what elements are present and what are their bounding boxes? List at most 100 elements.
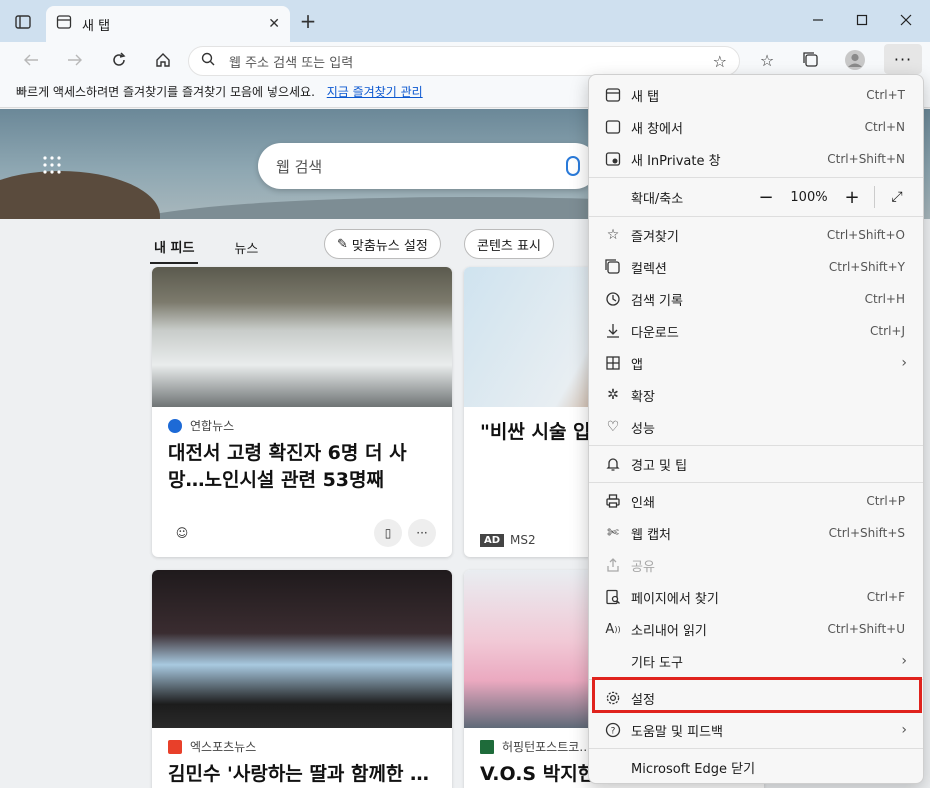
forward-icon[interactable] xyxy=(62,48,88,72)
menu-item-shortcut: Ctrl+J xyxy=(870,324,905,338)
news-source-name: 허핑턴포스트코… xyxy=(502,740,592,754)
menu-item-shortcut: Ctrl+H xyxy=(864,292,905,306)
web-capture-icon: ✄ xyxy=(607,525,619,541)
menu-item-help-feedback[interactable]: ? 도움말 및 피드백 › xyxy=(589,714,923,746)
menu-item-label: 새 창에서 xyxy=(631,121,683,137)
personalize-button[interactable]: ✎ 맞춤뉴스 설정 xyxy=(324,229,441,259)
tab-actions-icon[interactable] xyxy=(10,10,36,34)
zoom-level: 100% xyxy=(790,189,828,205)
add-favorite-icon[interactable]: ☆ xyxy=(713,52,727,71)
menu-item-shortcut: Ctrl+Shift+O xyxy=(826,228,905,242)
find-icon xyxy=(603,587,623,607)
tab-title: 새 탭 xyxy=(82,18,111,34)
menu-item-alerts[interactable]: 경고 및 팁 xyxy=(589,448,923,480)
settings-highlight-box xyxy=(592,677,922,713)
menu-item-extensions[interactable]: ✲ 확장 xyxy=(589,379,923,411)
menu-item-label: 컬렉션 xyxy=(631,261,667,277)
news-card[interactable]: 연합뉴스 대전서 고령 확진자 6명 더 사망…노인시설 관련 53명째 ☺ ▯… xyxy=(152,267,452,557)
news-headline[interactable]: 김민수 '사랑하는 딸과 함께한 … xyxy=(152,757,452,788)
content-visibility-label: 콘텐츠 표시 xyxy=(477,238,541,254)
menu-item-label: 공유 xyxy=(631,559,655,575)
new-tab-icon xyxy=(603,85,623,105)
help-icon: ? xyxy=(603,720,623,740)
fullscreen-icon[interactable]: ⤢ xyxy=(883,189,911,205)
menu-divider xyxy=(589,482,923,483)
svg-text:?: ? xyxy=(611,727,616,737)
menu-item-collections[interactable]: 컬렉션 Ctrl+Shift+Y xyxy=(589,251,923,283)
menu-item-apps[interactable]: 앱 › xyxy=(589,347,923,379)
close-tab-icon[interactable]: ✕ xyxy=(268,16,280,32)
yonhap-logo-icon xyxy=(168,418,182,433)
menu-item-read-aloud[interactable]: A)) 소리내어 읽기 Ctrl+Shift+U xyxy=(589,613,923,645)
chevron-right-icon: › xyxy=(901,722,907,738)
share-icon xyxy=(603,555,623,575)
menu-item-shortcut: Ctrl+Shift+Y xyxy=(828,260,905,274)
zoom-in-button[interactable]: + xyxy=(838,187,866,208)
content-visibility-button[interactable]: 콘텐츠 표시 xyxy=(464,229,554,259)
menu-item-print[interactable]: 인쇄 Ctrl+P xyxy=(589,485,923,517)
ad-badge: AD xyxy=(480,533,505,547)
menu-divider xyxy=(589,216,923,217)
home-icon[interactable] xyxy=(150,48,176,72)
more-options-icon[interactable]: ··· xyxy=(408,519,436,547)
menu-item-find-on-page[interactable]: 페이지에서 찾기 Ctrl+F xyxy=(589,581,923,613)
menu-item-shortcut: Ctrl+T xyxy=(866,88,905,102)
minimize-icon[interactable] xyxy=(804,8,832,32)
menu-item-label: 새 InPrivate 창 xyxy=(631,153,721,169)
maximize-icon[interactable] xyxy=(848,8,876,32)
news-card-image xyxy=(152,267,452,407)
menu-item-label: 기타 도구 xyxy=(631,655,683,671)
search-icon xyxy=(201,52,215,70)
back-icon[interactable] xyxy=(18,48,44,72)
xports-logo-icon xyxy=(168,739,182,754)
manage-favorites-link[interactable]: 지금 즐겨찾기 관리 xyxy=(327,85,423,99)
bookmark-icon[interactable]: ▯ xyxy=(374,519,402,547)
chevron-right-icon: › xyxy=(901,653,907,669)
news-headline[interactable]: 대전서 고령 확진자 6명 더 사망…노인시설 관련 53명째 xyxy=(152,436,452,497)
microphone-icon[interactable] xyxy=(566,156,580,176)
news-source-name: 연합뉴스 xyxy=(190,419,235,433)
favorites-bar-icon[interactable]: ☆ xyxy=(754,48,780,72)
menu-item-new-window[interactable]: 새 창에서 Ctrl+N xyxy=(589,111,923,143)
news-source: 엑스포츠뉴스 xyxy=(152,728,452,757)
reaction-icon[interactable]: ☺ xyxy=(168,519,196,547)
menu-item-favorites[interactable]: ☆ 즐겨찾기 Ctrl+Shift+O xyxy=(589,219,923,251)
new-tab-button[interactable]: + xyxy=(296,10,320,34)
menu-divider xyxy=(589,177,923,178)
app-launcher-icon[interactable] xyxy=(42,155,64,177)
menu-item-new-inprivate[interactable]: 새 InPrivate 창 Ctrl+Shift+N xyxy=(589,143,923,175)
menu-item-downloads[interactable]: 다운로드 Ctrl+J xyxy=(589,315,923,347)
history-icon xyxy=(603,289,623,309)
navigation-bar: 웹 주소 검색 또는 입력 ☆ ☆ xyxy=(0,42,930,78)
bell-icon xyxy=(603,454,623,474)
menu-item-shortcut: Ctrl+F xyxy=(866,590,905,604)
tab-my-feed[interactable]: 내 피드 xyxy=(150,231,199,264)
favorites-bar-message: 빠르게 액세스하려면 즐겨찾기를 즐겨찾기 모음에 넣으세요. xyxy=(16,85,315,99)
tab-news[interactable]: 뉴스 xyxy=(230,232,262,263)
menu-item-close-edge[interactable]: Microsoft Edge 닫기 xyxy=(589,751,923,783)
refresh-icon[interactable] xyxy=(106,48,132,72)
address-bar[interactable]: 웹 주소 검색 또는 입력 ☆ xyxy=(188,46,740,76)
menu-item-label: 웹 캡처 xyxy=(631,527,672,543)
favorites-icon: ☆ xyxy=(606,227,620,243)
browser-tab[interactable]: 새 탭 ✕ xyxy=(46,6,290,42)
menu-item-new-tab[interactable]: 새 탭 Ctrl+T xyxy=(589,79,923,111)
extensions-icon: ✲ xyxy=(607,387,619,403)
menu-item-web-capture[interactable]: ✄ 웹 캡처 Ctrl+Shift+S xyxy=(589,517,923,549)
close-window-icon[interactable] xyxy=(892,8,920,32)
menu-item-history[interactable]: 검색 기록 Ctrl+H xyxy=(589,283,923,315)
pencil-icon: ✎ xyxy=(337,236,348,252)
news-card[interactable]: 엑스포츠뉴스 김민수 '사랑하는 딸과 함께한 … xyxy=(152,570,452,788)
menu-item-performance[interactable]: ♡ 성능 xyxy=(589,411,923,443)
menu-item-label: 경고 및 팁 xyxy=(631,458,688,474)
menu-item-label: 검색 기록 xyxy=(631,293,683,309)
menu-item-label: 성능 xyxy=(631,421,655,437)
profile-avatar[interactable] xyxy=(842,48,868,72)
web-search-box[interactable]: 웹 검색 xyxy=(258,143,598,189)
settings-and-more-button[interactable]: ··· xyxy=(884,44,922,74)
menu-item-more-tools[interactable]: 기타 도구 › xyxy=(589,645,923,677)
zoom-out-button[interactable]: − xyxy=(752,187,780,208)
menu-item-label: 인쇄 xyxy=(631,495,655,511)
collections-toolbar-icon[interactable] xyxy=(798,48,824,72)
news-card-image xyxy=(152,570,452,728)
